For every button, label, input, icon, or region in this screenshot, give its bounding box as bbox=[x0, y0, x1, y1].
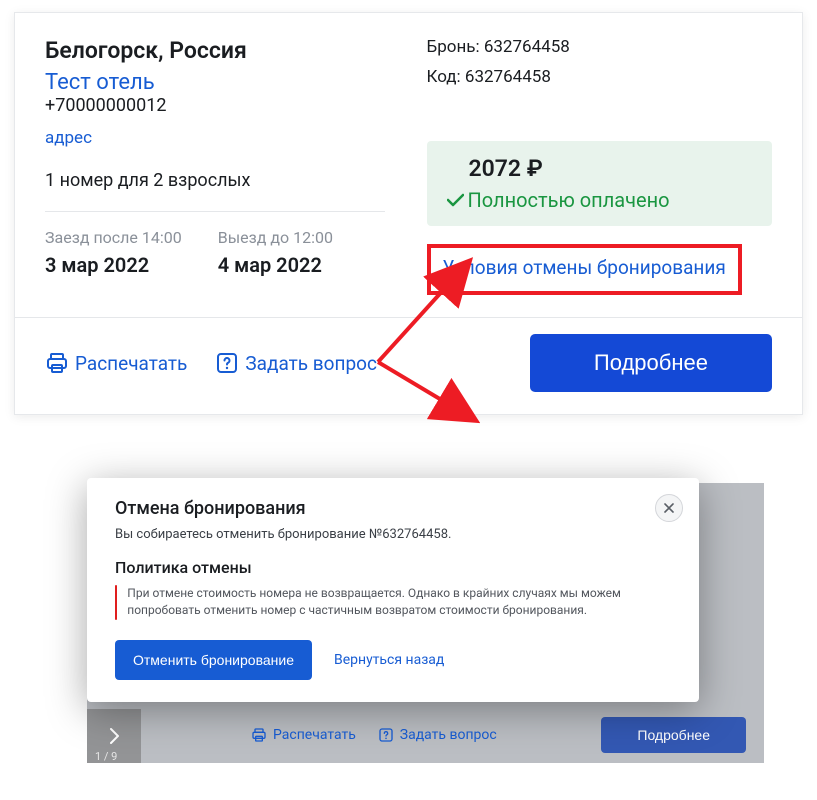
ask-label-sm: Задать вопрос bbox=[400, 727, 497, 743]
booking-number: Бронь: 632764458 bbox=[427, 37, 773, 57]
divider bbox=[45, 211, 385, 212]
check-icon bbox=[447, 193, 464, 207]
question-icon bbox=[378, 727, 394, 743]
print-label: Распечатать bbox=[75, 352, 187, 375]
details-button[interactable]: Подробнее bbox=[530, 334, 772, 392]
confirm-cancel-button[interactable]: Отменить бронирование bbox=[115, 640, 312, 680]
address-link[interactable]: адрес bbox=[45, 128, 92, 148]
checkin-block: Заезд после 14:00 3 мар 2022 bbox=[45, 228, 182, 277]
modal-subtitle: Вы собираетесь отменить бронирование №63… bbox=[115, 527, 671, 542]
policy-indicator bbox=[115, 585, 117, 620]
cancel-terms-highlight: Условия отмены бронирования bbox=[427, 244, 742, 295]
print-icon bbox=[45, 351, 69, 375]
booking-left: Белогорск, Россия Тест отель +7000000001… bbox=[45, 37, 409, 295]
cancel-booking-modal: Отмена бронирования Вы собираетесь отмен… bbox=[87, 478, 699, 702]
print-action[interactable]: Распечатать bbox=[45, 351, 187, 375]
ask-question-action-sm[interactable]: Задать вопрос bbox=[378, 727, 497, 743]
booking-right: Бронь: 632764458 Код: 632764458 2072 ₽ П… bbox=[409, 37, 773, 295]
print-label-sm: Распечатать bbox=[273, 727, 356, 743]
modal-title: Отмена бронирования bbox=[115, 498, 671, 519]
hotel-name-link[interactable]: Тест отель bbox=[45, 70, 155, 95]
location-title: Белогорск, Россия bbox=[45, 37, 385, 64]
ask-question-action[interactable]: Задать вопрос bbox=[215, 351, 377, 375]
modal-actions: Отменить бронирование Вернуться назад bbox=[115, 640, 671, 680]
paid-status-text: Полностью оплачено bbox=[468, 188, 670, 212]
checkin-date: 3 мар 2022 bbox=[45, 253, 182, 277]
close-icon bbox=[664, 503, 674, 513]
checkout-label: Выезд до 12:00 bbox=[218, 228, 333, 247]
booking-card: Белогорск, Россия Тест отель +7000000001… bbox=[14, 12, 803, 415]
card-body: Белогорск, Россия Тест отель +7000000001… bbox=[15, 13, 802, 295]
cancel-terms-link[interactable]: Условия отмены бронирования bbox=[443, 256, 726, 279]
question-icon bbox=[215, 351, 239, 375]
card-actions: Распечатать Задать вопрос Подробнее bbox=[15, 318, 802, 414]
backdrop-actions: Распечатать Задать вопрос Подробнее bbox=[87, 717, 764, 753]
policy-text: При отмене стоимость номера не возвращае… bbox=[127, 585, 671, 620]
checkout-date: 4 мар 2022 bbox=[218, 253, 333, 277]
details-button-sm[interactable]: Подробнее bbox=[601, 717, 746, 753]
ask-label: Задать вопрос bbox=[245, 352, 377, 375]
print-action-sm[interactable]: Распечатать bbox=[251, 727, 356, 743]
guests-summary: 1 номер для 2 взрослых bbox=[45, 170, 385, 191]
dates-row: Заезд после 14:00 3 мар 2022 Выезд до 12… bbox=[45, 228, 385, 277]
price-box: 2072 ₽ Полностью оплачено bbox=[427, 141, 773, 226]
phone-number: +70000000012 bbox=[45, 95, 385, 116]
policy-section-title: Политика отмены bbox=[115, 558, 671, 577]
carousel-count: 1 / 9 bbox=[95, 750, 117, 763]
policy-row: При отмене стоимость номера не возвращае… bbox=[115, 585, 671, 620]
price: 2072 ₽ bbox=[469, 155, 753, 182]
checkin-label: Заезд после 14:00 bbox=[45, 228, 182, 247]
checkout-block: Выезд до 12:00 4 мар 2022 bbox=[218, 228, 333, 277]
go-back-link[interactable]: Вернуться назад bbox=[334, 652, 444, 668]
print-icon bbox=[251, 727, 267, 743]
paid-status-row: Полностью оплачено bbox=[447, 188, 753, 212]
close-button[interactable] bbox=[655, 494, 683, 522]
booking-code: Код: 632764458 bbox=[427, 67, 773, 87]
